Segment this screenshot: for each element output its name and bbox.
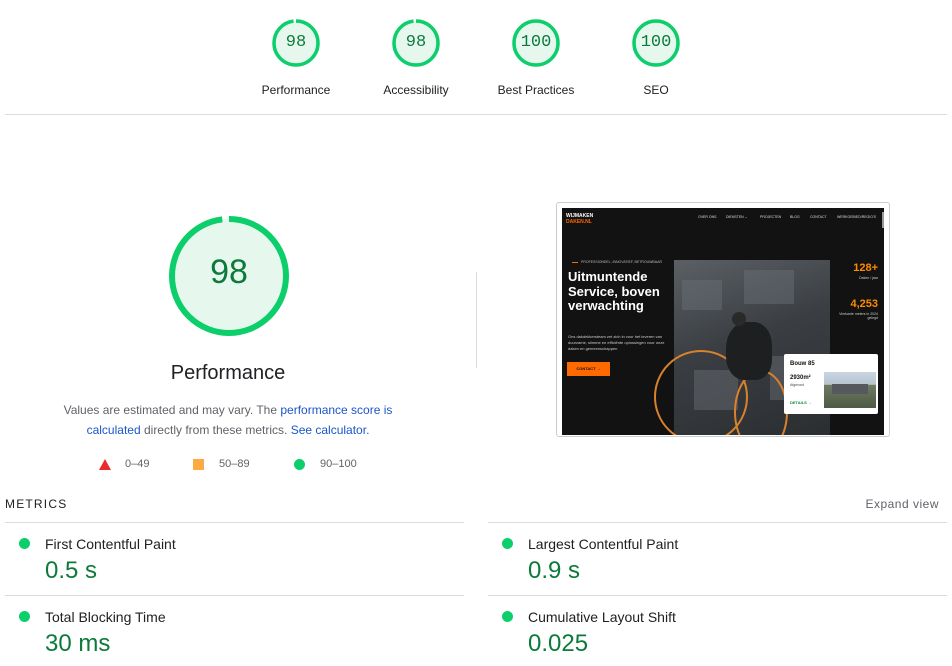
site-stat-roofs: 128+ — [853, 262, 878, 274]
gauge-label: Best Practices — [497, 83, 575, 97]
gauge-ring: 100 — [631, 18, 681, 68]
gauge-label: Performance — [261, 83, 331, 97]
metric-value: 0.025 — [528, 630, 589, 657]
card-building — [832, 384, 868, 394]
gauge-label: Accessibility — [383, 83, 449, 97]
metric-value: 0.9 s — [528, 557, 581, 584]
gauge-score: 98 — [405, 33, 427, 52]
metric-cls: Cumulative Layout Shift 0.025 — [488, 596, 928, 666]
pass-circle-icon — [502, 538, 513, 549]
red-triangle-icon — [99, 458, 111, 470]
site-nav-item: CONTACT — [810, 215, 827, 219]
site-nav-item: DIENSTEN ⌄ — [726, 215, 748, 219]
metric-lcp: Largest Contentful Paint 0.9 s — [488, 523, 928, 593]
metric-name: Cumulative Layout Shift — [528, 609, 676, 625]
metric-name: Largest Contentful Paint — [528, 536, 679, 552]
metrics-heading: METRICS — [5, 497, 68, 511]
orange-square-icon — [193, 458, 204, 470]
gauge-label: SEO — [643, 83, 669, 97]
gauge-ring: 100 — [511, 18, 561, 68]
card-title: Bouw 85 — [790, 361, 815, 367]
site-scrollbar — [882, 212, 884, 228]
site-nav-item: WERKGEBIED/REGIO'S — [837, 215, 876, 219]
card-metric-label: Afgerond — [790, 383, 805, 387]
green-circle-icon — [294, 458, 305, 470]
legend-pass: 90–100 — [294, 458, 357, 470]
site-nav-item: OVER ONS — [698, 215, 717, 219]
category-gauges: 98 Performance 98 Accessibility 100 Best… — [0, 18, 952, 108]
expand-view-button[interactable]: Expand view — [865, 497, 939, 511]
card-metric: 2930m² — [790, 375, 811, 381]
gauge-score: 98 — [285, 33, 307, 52]
legend-average: 50–89 — [193, 458, 250, 470]
site-contact-button: CONTACT → — [567, 362, 610, 376]
site-nav-item: PROJECTEN — [760, 215, 782, 219]
gauge-best-practices[interactable]: 100 Best Practices — [476, 18, 596, 97]
vertical-divider — [476, 272, 477, 368]
worker-head — [732, 312, 746, 326]
site-logo-line2: DAKEN.NL — [566, 219, 592, 225]
roof-tile — [744, 270, 794, 304]
gauge-score: 100 — [520, 33, 552, 52]
metric-fcp: First Contentful Paint 0.5 s — [5, 523, 445, 593]
gauge-seo[interactable]: 100 SEO — [596, 18, 716, 97]
legend-fail: 0–49 — [99, 458, 149, 470]
performance-score-value: 98 — [210, 253, 248, 291]
site-stat-label: Daken / jaar — [859, 276, 878, 280]
metric-name: First Contentful Paint — [45, 536, 176, 552]
metric-value: 30 ms — [45, 630, 111, 657]
legend-label: 90–100 — [320, 458, 357, 470]
site-subtext: Ons dakdekkersteam zet zich in voor het … — [568, 334, 665, 351]
description-text: Values are estimated and may vary. The — [63, 403, 281, 417]
pass-circle-icon — [19, 611, 30, 622]
site-headline: Uitmuntende Service, boven verwachting — [568, 269, 660, 313]
final-screenshot[interactable]: WIJMAKEN DAKEN.NL OVER ONS DIENSTEN ⌄ PR… — [556, 202, 890, 437]
see-calculator-link[interactable]: See calculator. — [291, 423, 370, 437]
worker-figure — [726, 322, 772, 380]
legend-label: 0–49 — [125, 458, 150, 470]
pass-circle-icon — [502, 611, 513, 622]
legend-label: 50–89 — [219, 458, 250, 470]
performance-score-gauge: 98 — [168, 215, 290, 337]
screenshot-page: WIJMAKEN DAKEN.NL OVER ONS DIENSTEN ⌄ PR… — [562, 208, 884, 435]
gauge-score: 100 — [640, 33, 672, 52]
gauge-accessibility[interactable]: 98 Accessibility — [356, 18, 476, 97]
performance-description: Values are estimated and may vary. The p… — [40, 400, 416, 440]
card-details-link: DETAILS → — [790, 400, 812, 405]
site-kicker: PROFESSIONEEL, INNOVATIEF, BETROUWBAAR — [572, 260, 662, 264]
site-nav-item: BLOG — [790, 215, 800, 219]
site-project-card: Bouw 85 2930m² Afgerond DETAILS → — [784, 354, 878, 414]
metric-value: 0.5 s — [45, 557, 98, 584]
pass-circle-icon — [19, 538, 30, 549]
description-text: directly from these metrics. — [140, 423, 291, 437]
gauge-ring: 98 — [391, 18, 441, 68]
header-divider — [5, 114, 947, 115]
performance-title: Performance — [170, 362, 286, 384]
metric-name: Total Blocking Time — [45, 609, 166, 625]
metric-tbt: Total Blocking Time 30 ms — [5, 596, 445, 666]
site-stat-label: Vierkante meters in 2024 gelegd — [839, 312, 878, 320]
roof-tile — [682, 280, 722, 310]
gauge-ring: 98 — [271, 18, 321, 68]
gauge-performance[interactable]: 98 Performance — [236, 18, 356, 97]
site-stat-area: 4,253 — [850, 298, 878, 310]
